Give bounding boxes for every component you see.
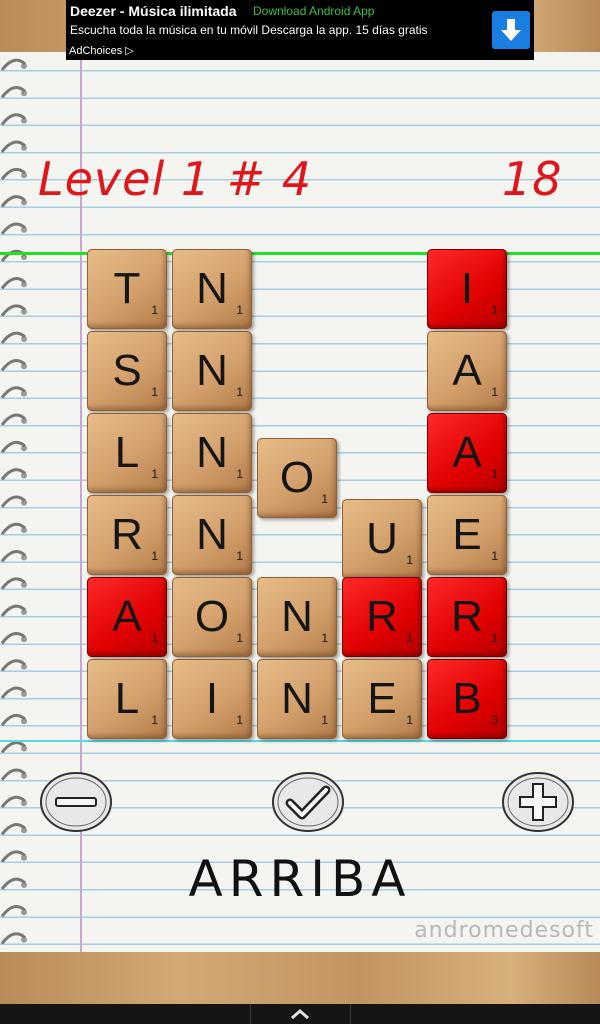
tile-points: 1 <box>491 631 498 645</box>
letter-tile[interactable]: E1 <box>427 495 507 575</box>
tile-points: 1 <box>406 553 413 567</box>
download-icon[interactable] <box>492 11 530 49</box>
tile-points: 1 <box>321 492 328 506</box>
submit-word-button[interactable] <box>270 770 346 834</box>
tile-points: 1 <box>151 631 158 645</box>
letter-tile[interactable]: R1 <box>342 577 422 657</box>
ad-banner[interactable]: Deezer - Música ilimitada Download Andro… <box>66 0 534 60</box>
letter-tile[interactable]: R1 <box>87 495 167 575</box>
tile-points: 1 <box>151 713 158 727</box>
tile-points: 3 <box>491 713 498 727</box>
letter-tile[interactable]: U1 <box>342 499 422 579</box>
tile-points: 1 <box>236 713 243 727</box>
letter-tile[interactable]: N1 <box>257 577 337 657</box>
letter-tile[interactable]: S1 <box>87 331 167 411</box>
letter-tile[interactable]: L1 <box>87 413 167 493</box>
add-letter-button[interactable] <box>500 770 576 834</box>
tile-points: 1 <box>236 631 243 645</box>
tile-points: 1 <box>491 467 498 481</box>
tile-points: 1 <box>321 631 328 645</box>
letter-tile[interactable]: N1 <box>172 413 252 493</box>
plus-icon <box>502 772 574 832</box>
letter-tile[interactable]: A1 <box>87 577 167 657</box>
letter-tile[interactable]: I1 <box>427 249 507 329</box>
tile-points: 1 <box>236 549 243 563</box>
letter-tile[interactable]: N1 <box>172 249 252 329</box>
letter-tile[interactable]: B3 <box>427 659 507 739</box>
tile-points: 1 <box>406 631 413 645</box>
remove-letter-button[interactable] <box>38 770 114 834</box>
check-icon <box>272 772 344 832</box>
nav-divider <box>350 1004 351 1024</box>
letter-tile[interactable]: O1 <box>172 577 252 657</box>
ad-download-link[interactable]: Download Android App <box>253 4 374 18</box>
tile-points: 1 <box>321 713 328 727</box>
tile-points: 1 <box>491 303 498 317</box>
ad-title[interactable]: Deezer - Música ilimitada <box>70 3 237 19</box>
letter-tile[interactable]: I1 <box>172 659 252 739</box>
tile-points: 1 <box>406 713 413 727</box>
brand-logo: andromedesoft <box>414 918 594 943</box>
letter-tile[interactable]: O1 <box>257 438 337 518</box>
ad-choices-link[interactable]: AdChoices ▷ <box>69 44 134 57</box>
nav-divider <box>250 1004 251 1024</box>
letter-tile[interactable]: A1 <box>427 413 507 493</box>
letter-tile[interactable]: L1 <box>87 659 167 739</box>
ad-description[interactable]: Escucha toda la música en tu móvil Desca… <box>70 23 428 37</box>
letter-tile[interactable]: N1 <box>172 495 252 575</box>
current-word: ARRIBA <box>188 850 412 908</box>
tile-points: 1 <box>151 467 158 481</box>
tile-points: 1 <box>151 549 158 563</box>
minus-icon <box>40 772 112 832</box>
tile-points: 1 <box>491 385 498 399</box>
letter-tile[interactable]: A1 <box>427 331 507 411</box>
tile-points: 1 <box>236 467 243 481</box>
letter-tile[interactable]: N1 <box>172 331 252 411</box>
letter-tile[interactable]: N1 <box>257 659 337 739</box>
letter-tile[interactable]: R1 <box>427 577 507 657</box>
tile-points: 1 <box>236 385 243 399</box>
letter-tile[interactable]: E1 <box>342 659 422 739</box>
letter-tile[interactable]: T1 <box>87 249 167 329</box>
tile-points: 1 <box>151 385 158 399</box>
tile-points: 1 <box>236 303 243 317</box>
tile-points: 1 <box>151 303 158 317</box>
chevron-up-icon[interactable] <box>288 1006 312 1022</box>
tile-points: 1 <box>491 549 498 563</box>
wood-background-bottom <box>0 952 600 1004</box>
